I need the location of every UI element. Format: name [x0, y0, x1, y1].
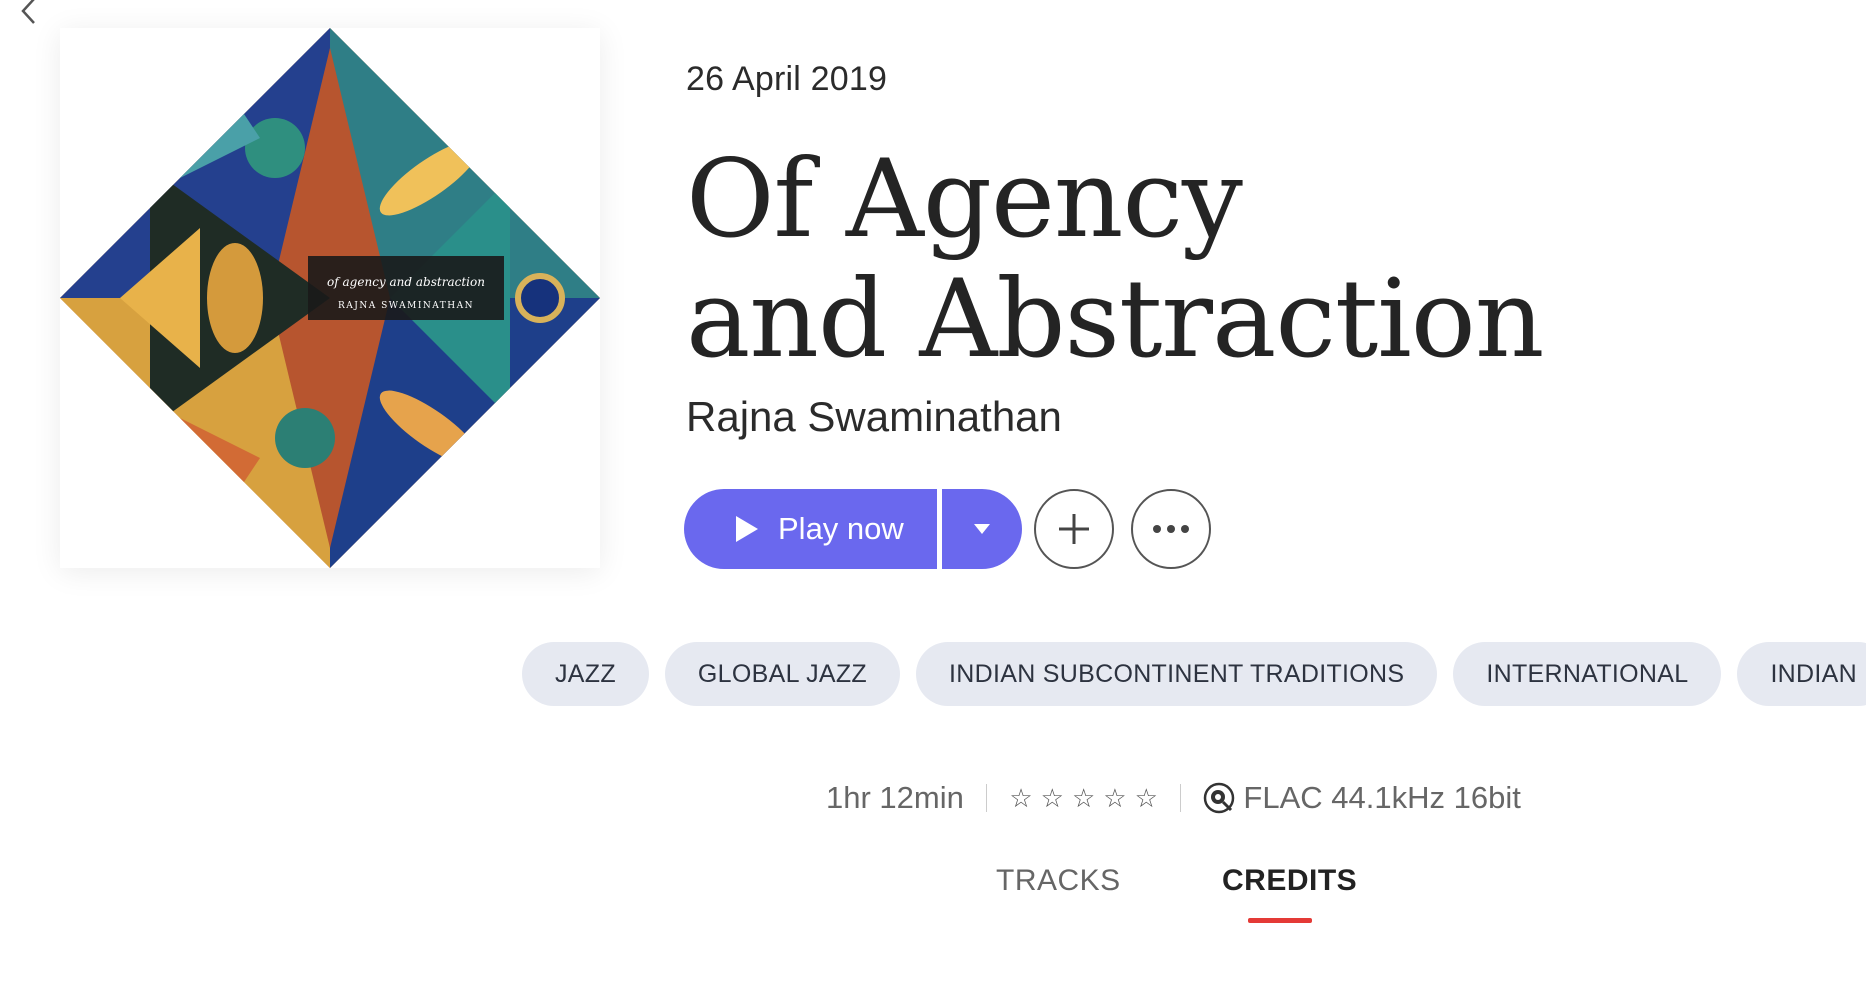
artist-link[interactable]: Rajna Swaminathan: [686, 393, 1062, 441]
star-icon[interactable]: ☆: [1072, 783, 1095, 814]
album-title-line2: and Abstraction: [686, 257, 1544, 382]
play-now-button[interactable]: Play now: [684, 489, 937, 569]
genre-tags: JAZZ GLOBAL JAZZ INDIAN SUBCONTINENT TRA…: [522, 642, 1866, 706]
release-date: 26 April 2019: [686, 60, 888, 98]
audio-quality-label: FLAC 44.1kHz 16bit: [1243, 780, 1521, 815]
cover-title-text: of agency and abstraction: [327, 275, 485, 289]
plus-icon: [1059, 514, 1089, 544]
meta-divider: [1179, 784, 1182, 812]
back-button[interactable]: [14, 0, 44, 26]
audio-quality: FLAC 44.1kHz 16bit: [1203, 780, 1521, 816]
active-tab-indicator: [1248, 918, 1312, 923]
star-icon[interactable]: ☆: [1009, 783, 1032, 814]
play-options-dropdown[interactable]: [942, 489, 1022, 569]
tab-credits[interactable]: CREDITS: [1222, 864, 1357, 898]
album-title: Of Agency and Abstraction: [686, 140, 1686, 380]
genre-tag[interactable]: INDIAN: [1737, 642, 1866, 706]
genre-tag[interactable]: GLOBAL JAZZ: [664, 642, 901, 706]
more-options-button[interactable]: [1131, 489, 1211, 569]
play-now-label: Play now: [778, 511, 904, 546]
chevron-left-icon: [21, 0, 35, 24]
play-icon: [736, 516, 758, 542]
hi-res-badge-icon: [1204, 782, 1235, 814]
genre-tag[interactable]: INDIAN SUBCONTINENT TRADITIONS: [916, 642, 1438, 706]
album-duration: 1hr 12min: [826, 780, 964, 815]
caret-down-icon: [974, 524, 990, 534]
meta-divider: [985, 784, 988, 812]
rating-stars[interactable]: ☆ ☆ ☆ ☆ ☆: [1009, 783, 1158, 814]
star-icon[interactable]: ☆: [1135, 783, 1158, 814]
star-icon[interactable]: ☆: [1103, 783, 1126, 814]
album-cover[interactable]: of agency and abstraction RAJNA SWAMINAT…: [60, 28, 600, 568]
add-to-library-button[interactable]: [1034, 489, 1114, 569]
star-icon[interactable]: ☆: [1041, 783, 1064, 814]
album-title-line1: Of Agency: [686, 137, 1243, 262]
album-meta: 1hr 12min ☆ ☆ ☆ ☆ ☆ FLAC 44.1kHz 16bit: [826, 776, 1521, 820]
more-dots-icon: [1153, 525, 1189, 533]
cover-artist-text: RAJNA SWAMINATHAN: [338, 301, 474, 311]
album-cover-art: of agency and abstraction RAJNA SWAMINAT…: [60, 28, 600, 568]
album-page: of agency and abstraction RAJNA SWAMINAT…: [0, 0, 1866, 990]
genre-tag[interactable]: JAZZ: [522, 642, 649, 706]
tab-tracks[interactable]: TRACKS: [996, 864, 1121, 898]
genre-tag[interactable]: INTERNATIONAL: [1453, 642, 1722, 706]
